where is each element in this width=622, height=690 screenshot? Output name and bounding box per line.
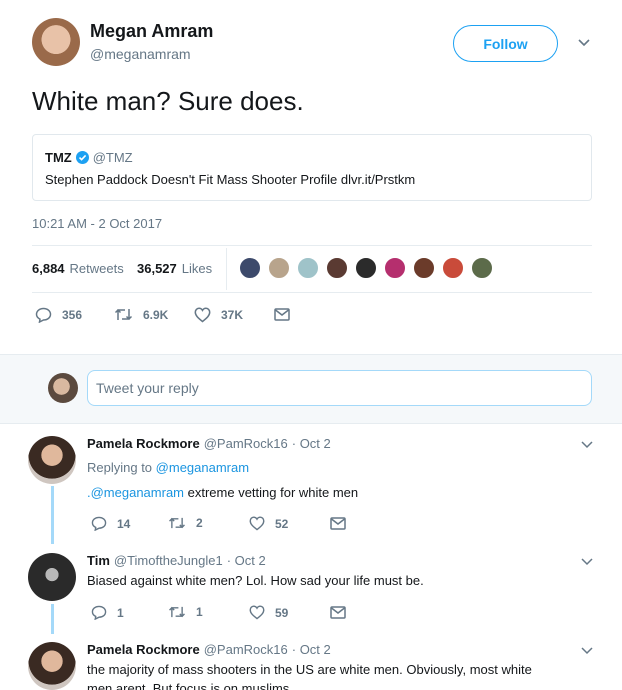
verified-badge-icon bbox=[75, 151, 89, 164]
reply-count: 356 bbox=[62, 308, 83, 322]
like-action[interactable]: 52 bbox=[249, 516, 288, 531]
liker-avatar[interactable] bbox=[268, 257, 290, 279]
message-icon bbox=[274, 308, 290, 321]
quote-author-name: TMZ bbox=[45, 150, 72, 165]
author-avatar[interactable] bbox=[32, 18, 80, 66]
quote-text: Stephen Paddock Doesn't Fit Mass Shooter… bbox=[45, 172, 416, 187]
retweet-icon bbox=[169, 517, 185, 529]
liker-avatar[interactable] bbox=[297, 257, 319, 279]
reply-author-handle[interactable]: @PamRock16 bbox=[204, 436, 288, 451]
reply-date[interactable]: · Oct 2 bbox=[292, 642, 331, 657]
divider bbox=[32, 245, 592, 246]
message-icon bbox=[330, 606, 346, 619]
quote-author-handle: @TMZ bbox=[92, 150, 133, 165]
reply-author-handle[interactable]: @TimoftheJungle1 bbox=[114, 553, 223, 568]
message-action[interactable] bbox=[274, 308, 300, 321]
chevron-down-icon[interactable] bbox=[578, 38, 590, 48]
liker-avatar[interactable] bbox=[326, 257, 348, 279]
reply-action[interactable]: 1 bbox=[91, 605, 124, 620]
replying-to-handle[interactable]: @meganamram bbox=[156, 460, 249, 475]
message-icon bbox=[330, 517, 346, 530]
like-action-count: 37K bbox=[221, 308, 244, 322]
retweet-action[interactable]: 2 bbox=[168, 516, 203, 530]
reply-icon bbox=[91, 516, 107, 531]
replying-to: Replying to @meganamram bbox=[87, 460, 249, 475]
reply-text-line: men arent. But focus is on muslims. bbox=[87, 681, 293, 690]
reply-header: Pamela Rockmore @PamRock16 · Oct 2 bbox=[87, 436, 331, 451]
reply-avatar[interactable] bbox=[28, 436, 76, 484]
like-count: 36,527 bbox=[137, 261, 177, 276]
retweet-stat[interactable]: 6,884 Retweets bbox=[32, 261, 124, 276]
reply-input[interactable]: Tweet your reply bbox=[87, 370, 592, 406]
thread-line bbox=[51, 486, 54, 544]
thread-line bbox=[51, 604, 54, 634]
liker-avatar[interactable] bbox=[413, 257, 435, 279]
liker-avatar[interactable] bbox=[355, 257, 377, 279]
liker-avatar[interactable] bbox=[471, 257, 493, 279]
retweet-icon bbox=[169, 606, 185, 618]
liker-avatar[interactable] bbox=[384, 257, 406, 279]
reply-author-name[interactable]: Pamela Rockmore bbox=[87, 642, 200, 657]
chevron-down-icon[interactable] bbox=[581, 440, 593, 449]
reply-author-name[interactable]: Pamela Rockmore bbox=[87, 436, 200, 451]
tweet-timestamp[interactable]: 10:21 AM - 2 Oct 2017 bbox=[32, 216, 162, 231]
author-name[interactable]: Megan Amram bbox=[90, 21, 213, 42]
reply-text-line: the majority of mass shooters in the US … bbox=[87, 662, 532, 677]
retweet-count: 6,884 bbox=[32, 261, 65, 276]
like-action[interactable]: 59 bbox=[249, 605, 288, 620]
tweet-text: White man? Sure does. bbox=[32, 86, 304, 116]
reply-avatar[interactable] bbox=[28, 553, 76, 601]
reply-text: Biased against white men? Lol. How sad y… bbox=[87, 573, 424, 588]
message-action[interactable] bbox=[330, 606, 356, 619]
liker-avatar[interactable] bbox=[239, 257, 261, 279]
reply-header: Pamela Rockmore @PamRock16 · Oct 2 bbox=[87, 642, 331, 657]
message-action[interactable] bbox=[330, 517, 356, 530]
like-icon bbox=[194, 307, 211, 323]
divider bbox=[32, 292, 592, 293]
reply-author-handle[interactable]: @PamRock16 bbox=[204, 642, 288, 657]
chevron-down-icon[interactable] bbox=[581, 646, 593, 655]
like-count: 59 bbox=[275, 605, 289, 620]
reply-action[interactable]: 356 bbox=[35, 307, 82, 323]
retweet-count-label: Retweets bbox=[69, 261, 124, 276]
like-count: 52 bbox=[275, 516, 289, 531]
reply-count: 14 bbox=[117, 516, 131, 531]
like-stat[interactable]: 36,527 Likes bbox=[137, 261, 212, 276]
retweet-count: 1 bbox=[196, 605, 203, 619]
retweet-action-count: 6.9K bbox=[143, 307, 169, 322]
reply-icon bbox=[35, 307, 52, 323]
like-icon bbox=[249, 516, 265, 531]
retweet-count: 2 bbox=[196, 516, 203, 530]
reply-icon bbox=[91, 605, 107, 620]
reply-header: Tim @TimoftheJungle1 · Oct 2 bbox=[87, 553, 266, 568]
like-icon bbox=[249, 605, 265, 620]
quote-author-row: TMZ @TMZ bbox=[45, 150, 133, 165]
follow-button[interactable]: Follow bbox=[453, 25, 558, 62]
retweet-action[interactable]: 6.9K bbox=[114, 307, 168, 322]
like-action[interactable]: 37K bbox=[194, 307, 243, 323]
chevron-down-icon[interactable] bbox=[581, 557, 593, 566]
reply-mention[interactable]: .@meganamram bbox=[87, 485, 184, 500]
like-count-label: Likes bbox=[181, 261, 213, 276]
reply-author-name[interactable]: Tim bbox=[87, 553, 110, 568]
retweet-action[interactable]: 1 bbox=[168, 605, 203, 619]
reply-avatar[interactable] bbox=[28, 642, 76, 690]
retweet-icon bbox=[114, 308, 133, 321]
reply-date[interactable]: · Oct 2 bbox=[227, 553, 266, 568]
reply-count: 1 bbox=[117, 605, 124, 620]
liker-avatar[interactable] bbox=[442, 257, 464, 279]
reply-text: .@meganamram extreme vetting for white m… bbox=[87, 485, 358, 500]
reply-date[interactable]: · Oct 2 bbox=[292, 436, 331, 451]
quoted-tweet[interactable]: TMZ @TMZ Stephen Paddock Doesn't Fit Mas… bbox=[32, 134, 592, 201]
replying-to-prefix: Replying to bbox=[87, 460, 153, 475]
stats-separator bbox=[226, 248, 227, 290]
author-handle[interactable]: @meganamram bbox=[90, 46, 191, 62]
reply-text-body: extreme vetting for white men bbox=[184, 485, 359, 500]
reply-action[interactable]: 14 bbox=[91, 516, 130, 531]
current-user-avatar[interactable] bbox=[48, 373, 78, 403]
